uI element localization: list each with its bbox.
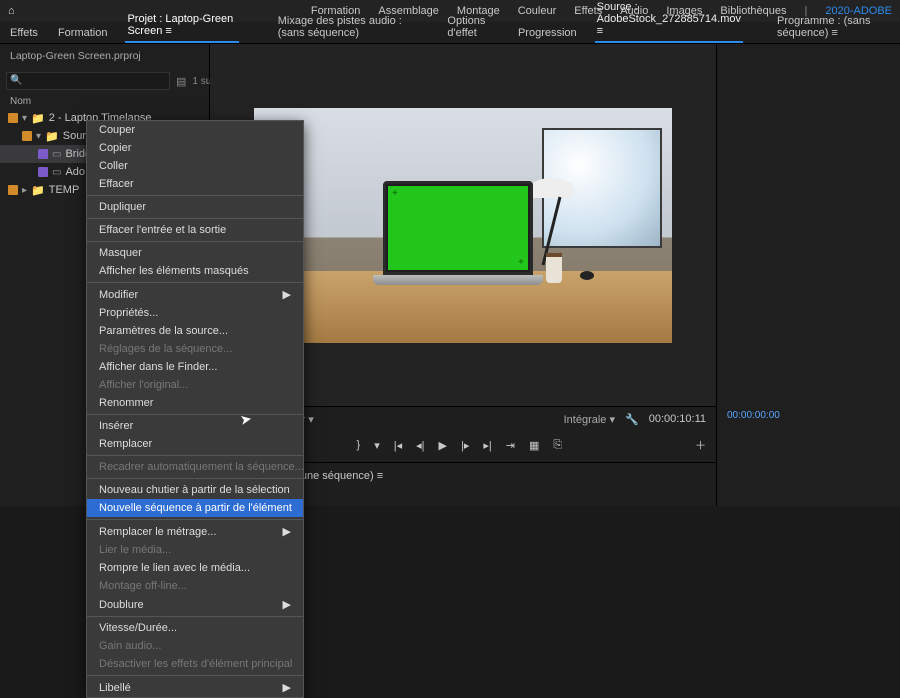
context-menu-item[interactable]: Dupliquer [87,198,303,216]
chevron-right-icon: ▶ [283,525,291,538]
context-menu-item: Montage off-line... [87,577,303,595]
insert-icon[interactable]: ⇥ [506,439,515,452]
chevron-right-icon: ▶ [283,598,291,611]
go-to-in-icon[interactable]: |◂ [394,439,402,452]
context-menu-item[interactable]: Insérer [87,417,303,435]
chevron-right-icon: ▸ [22,185,27,196]
chevron-right-icon: ▶ [283,288,291,301]
marker-out-icon[interactable]: } [357,439,361,451]
context-menu-item[interactable]: Masquer [87,244,303,262]
range-dropdown[interactable]: Intégrale ▾ [564,413,615,426]
context-menu-item[interactable]: Nouvelle séquence à partir de l'élément [87,499,303,517]
context-menu-item[interactable]: Vitesse/Durée... [87,619,303,637]
duration-timecode: 00:00:10:11 [649,413,706,425]
tab-program[interactable]: Programme : (sans séquence) ≡ [775,11,892,43]
chevron-right-icon: ▶ [283,681,291,694]
video-frame [254,108,672,343]
context-menu-item[interactable]: Afficher les éléments masqués [87,262,303,280]
tab-progression[interactable]: Progression [516,23,579,43]
clip-icon: ▭ [52,149,61,160]
context-menu-item[interactable]: Remplacer le métrage...▶ [87,522,303,541]
context-menu-item[interactable]: Remplacer [87,435,303,453]
mouse-cursor-icon: ➤ [239,410,254,429]
clip-name: Ado [65,166,85,178]
project-filename: Laptop-Green Screen.prproj [0,44,209,68]
export-frame-icon[interactable]: ⎘ [553,439,562,452]
tab-effect-options[interactable]: Options d'effet [445,11,500,43]
context-menu-item: Gain audio... [87,637,303,655]
clip-icon: ▭ [52,167,61,178]
step-fwd-icon[interactable]: |▸ [461,439,469,452]
folder-icon: 📁 [45,130,59,143]
context-menu-item[interactable]: Coller [87,157,303,175]
label-swatch [38,149,48,159]
context-menu-item[interactable]: Libellé▶ [87,678,303,697]
context-menu-item[interactable]: Renommer [87,394,303,412]
label-swatch [8,113,18,123]
context-menu-item[interactable]: Rompre le lien avec le média... [87,559,303,577]
label-swatch [8,185,18,195]
play-icon[interactable]: ▶ [439,439,447,452]
context-menu: CouperCopierCollerEffacer Dupliquer Efface… [86,120,304,698]
label-swatch [22,131,32,141]
add-marker-icon[interactable]: ▾ [374,439,380,452]
filter-icon[interactable]: ▤ [176,75,186,88]
context-menu-item[interactable]: Nouveau chutier à partir de la sélection [87,481,303,499]
tab-formation[interactable]: Formation [56,23,110,43]
program-monitor: 00:00:00:00 [716,44,900,506]
bin-name: TEMP [49,184,80,196]
context-menu-item[interactable]: Effacer l'entrée et la sortie [87,221,303,239]
add-button-icon[interactable]: ＋ [695,437,716,453]
column-header-name[interactable]: Nom [0,94,209,109]
context-menu-item: Afficher l'original... [87,376,303,394]
context-menu-item[interactable]: Paramètres de la source... [87,322,303,340]
context-menu-item[interactable]: Modifier▶ [87,285,303,304]
project-search-input[interactable] [6,72,170,90]
home-icon[interactable]: ⌂ [8,5,15,17]
context-menu-item[interactable]: Propriétés... [87,304,303,322]
tab-project[interactable]: Projet : Laptop-Green Screen ≡ [125,9,239,43]
program-timecode[interactable]: 00:00:00:00 [717,404,900,427]
context-menu-item[interactable]: Copier [87,139,303,157]
context-menu-item: Recadrer automatiquement la séquence... [87,458,303,476]
settings-icon[interactable]: 🔧 [625,413,639,426]
step-back-icon[interactable]: ◂| [416,439,424,452]
workspace-tab[interactable]: Couleur [518,5,557,17]
chevron-down-icon: ▾ [36,131,41,142]
chevron-down-icon: ▾ [22,113,27,124]
context-menu-item[interactable]: Effacer [87,175,303,193]
tab-source[interactable]: Source : AdobeStock_272885714.mov ≡ [595,0,743,43]
folder-icon: 📁 [31,184,45,197]
panel-tabs: Effets Formation Projet : Laptop-Green S… [0,22,900,44]
folder-icon: 📁 [31,112,45,125]
label-swatch [38,167,48,177]
context-menu-item[interactable]: Couper [87,121,303,139]
go-to-out-icon[interactable]: ▸| [483,439,491,452]
search-icon: 🔍 [10,75,22,86]
context-menu-item[interactable]: Doublure▶ [87,595,303,614]
tab-audio-mixer[interactable]: Mixage des pistes audio : (sans séquence… [276,11,430,43]
context-menu-item: Désactiver les effets d'élément principa… [87,655,303,673]
overwrite-icon[interactable]: ▦ [529,439,539,452]
context-menu-item: Lier le média... [87,541,303,559]
context-menu-item: Réglages de la séquence... [87,340,303,358]
context-menu-item[interactable]: Afficher dans le Finder... [87,358,303,376]
tab-effects[interactable]: Effets [8,23,40,43]
